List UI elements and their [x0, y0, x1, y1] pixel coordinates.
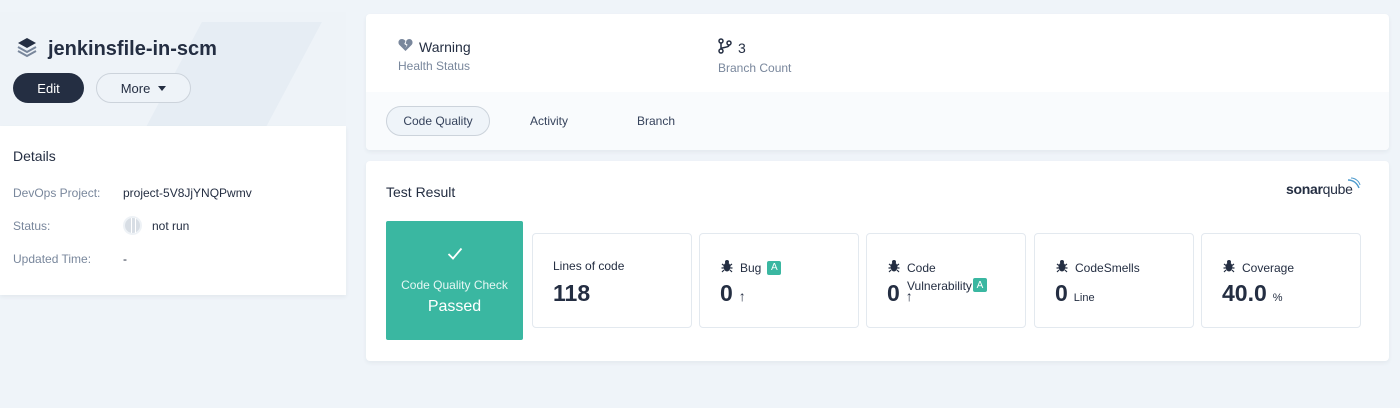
metric-code-smells-unit: Line — [1073, 292, 1095, 304]
metric-bug-label: Bug — [740, 260, 762, 275]
tab-code-quality[interactable]: Code Quality — [386, 106, 490, 136]
metric-lines-of-code-value: 118 — [553, 280, 591, 306]
details-panel: Details DevOps Project: project-5V8JjYNQ… — [0, 126, 346, 295]
devops-project-value: project-5V8JjYNQPwmv — [123, 186, 252, 200]
tab-branch-label: Branch — [636, 114, 676, 128]
arrow-up-icon: ↑ — [738, 288, 746, 304]
metric-code-smells: CodeSmells 0 Line — [1034, 233, 1194, 328]
metric-bug: Bug A 0 ↑ — [699, 233, 859, 328]
branch-count-label: Branch Count — [718, 61, 792, 75]
quality-check-label: Code Quality Check — [401, 278, 508, 292]
bug-icon — [1222, 259, 1236, 276]
bug-icon — [887, 259, 901, 276]
updated-time-value: - — [123, 252, 127, 266]
summary-card: Warning Health Status 3 Branch Count Cod… — [366, 14, 1389, 150]
branch-count-value: 3 — [738, 39, 746, 56]
metric-coverage: Coverage 40.0 % — [1201, 233, 1361, 328]
branch-icon — [718, 38, 732, 57]
project-header: jenkinsfile-in-scm Edit More — [0, 12, 346, 126]
layers-icon — [16, 36, 38, 63]
caret-down-icon — [158, 85, 167, 91]
project-title: jenkinsfile-in-scm — [16, 36, 217, 63]
quality-check-passed-box: Code Quality Check Passed — [386, 221, 523, 340]
health-status-value: Warning — [419, 38, 471, 55]
branch-count-stat: 3 Branch Count — [718, 38, 791, 75]
test-result-title: Test Result — [386, 184, 456, 200]
metric-code-smells-value: 0 — [1055, 280, 1068, 306]
sonarqube-logo: sonarqube — [1286, 177, 1361, 197]
metric-code-vulnerability-grade: A — [973, 278, 987, 292]
sonarqube-logo-text-a: sonar — [1286, 181, 1323, 197]
metric-coverage-value: 40.0 — [1222, 280, 1267, 306]
edit-button[interactable]: Edit — [13, 73, 84, 103]
more-button[interactable]: More — [96, 73, 191, 103]
edit-button-label: Edit — [37, 80, 60, 96]
bug-icon — [1055, 259, 1069, 276]
health-status-label: Health Status — [398, 59, 471, 73]
metric-code-vulnerability-value: 0 — [887, 280, 900, 306]
check-icon — [447, 247, 463, 265]
devops-project-label: DevOps Project: — [13, 186, 101, 200]
metric-code-vulnerability-label: Code Vulnerability — [907, 261, 972, 293]
broken-heart-icon — [398, 38, 413, 55]
status-not-run-icon — [123, 216, 142, 235]
status-value: not run — [123, 216, 189, 235]
metric-bug-grade: A — [767, 260, 782, 275]
metric-code-vulnerability: Code Vulnerability A 0 ↑ — [866, 233, 1026, 328]
project-name: jenkinsfile-in-scm — [48, 38, 217, 60]
metric-coverage-label: Coverage — [1242, 260, 1295, 275]
metric-bug-value: 0 — [720, 280, 733, 306]
details-heading: Details — [13, 148, 56, 164]
arrow-up-icon: ↑ — [905, 288, 913, 304]
metric-coverage-unit: % — [1272, 292, 1283, 304]
test-result-card: Test Result sonarqube Code Quality Check… — [366, 161, 1389, 361]
bug-icon — [720, 259, 734, 276]
tab-activity[interactable]: Activity — [510, 106, 588, 136]
health-status-stat: Warning Health Status — [398, 38, 471, 74]
tab-activity-label: Activity — [529, 114, 568, 128]
metric-code-smells-label: CodeSmells — [1075, 260, 1140, 275]
quality-check-status: Passed — [427, 298, 482, 315]
metric-lines-of-code-label: Lines of code — [553, 259, 625, 273]
metric-lines-of-code: Lines of code 118 — [532, 233, 692, 328]
status-label: Status: — [13, 219, 51, 233]
updated-time-label: Updated Time: — [13, 252, 92, 266]
tab-branch[interactable]: Branch — [620, 106, 692, 136]
more-button-label: More — [120, 80, 151, 96]
tab-code-quality-label: Code Quality — [403, 114, 473, 128]
status-text: not run — [152, 218, 190, 233]
